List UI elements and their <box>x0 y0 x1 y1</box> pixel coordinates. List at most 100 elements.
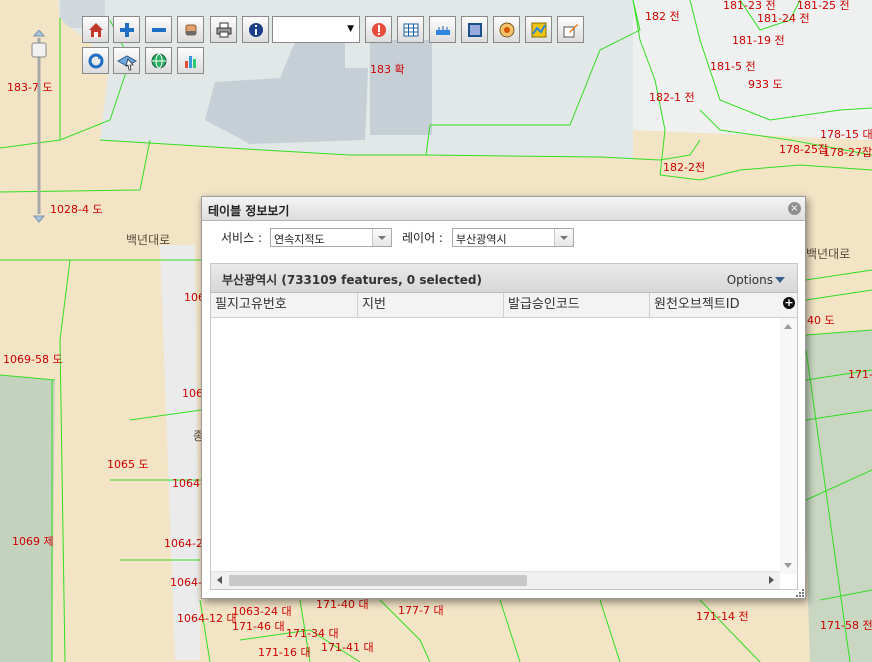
options-button[interactable]: Options <box>727 273 773 287</box>
parcel-label: 1064-2 <box>164 537 203 550</box>
parcel-label: 181-5 전 <box>710 60 756 73</box>
scroll-left-icon[interactable] <box>217 576 222 584</box>
resize-grip-icon[interactable] <box>796 589 804 597</box>
scroll-down-icon[interactable] <box>784 563 792 568</box>
layer-value: 부산광역시 <box>456 233 507 246</box>
layer-map-button[interactable] <box>525 16 552 43</box>
service-value: 연속지적도 <box>274 233 325 246</box>
edit-icon <box>563 23 578 37</box>
table-info-dialog: 테이블 정보보기 × 서비스 : 연속지적도 레이어 : 부산광역시 부산광역시… <box>201 196 806 599</box>
parcel-label: 182-1 전 <box>649 91 695 104</box>
road-label: 백년대로 <box>806 247 851 261</box>
parcel-label: 1064- <box>172 477 204 490</box>
chart-icon <box>184 55 196 68</box>
parcel-label: 181-24 전 <box>757 12 810 25</box>
column-header-row: 필지고유번호 지번 발급승인코드 원천오브젝트ID <box>211 293 797 318</box>
chevron-down-icon[interactable] <box>554 229 573 246</box>
scroll-up-icon[interactable] <box>784 324 792 329</box>
table-button[interactable] <box>397 16 424 43</box>
globe-icon <box>151 53 166 68</box>
parcel-label: 181-19 전 <box>732 34 785 47</box>
scroll-thumb[interactable] <box>229 575 527 586</box>
parcel-label: 1069 제 <box>12 535 54 548</box>
parcel-label: 171-41 대 <box>321 641 374 654</box>
dialog-titlebar[interactable]: 테이블 정보보기 × <box>202 197 805 221</box>
measure-button[interactable] <box>429 16 456 43</box>
parcel-label: 171-46 대 <box>232 620 285 633</box>
parcel-label: 181-23 전 <box>723 0 776 12</box>
select-area-icon <box>467 22 482 37</box>
parcel-label: 1069-58 도 <box>3 353 63 366</box>
layer-map-icon <box>531 22 546 37</box>
column-header[interactable]: 발급승인코드 <box>504 293 650 317</box>
add-column-icon[interactable]: + <box>783 297 795 309</box>
parcel-label: 178-15 대 <box>820 128 872 141</box>
home-icon <box>88 22 103 37</box>
home-button[interactable] <box>82 16 109 43</box>
select-area-button[interactable] <box>461 16 488 43</box>
erase-icon <box>185 24 196 35</box>
parcel-label: 178-25잡 <box>779 143 829 156</box>
target-button[interactable] <box>493 16 520 43</box>
alert-button[interactable] <box>365 16 392 43</box>
alert-icon <box>371 22 386 37</box>
refresh-icon <box>88 53 103 68</box>
target-icon <box>499 22 514 37</box>
table-title: 부산광역시 (733109 features, 0 selected) <box>222 273 482 287</box>
parcel-label: 171-16 대 <box>258 646 311 659</box>
column-header[interactable]: 원천오브젝트ID <box>650 293 781 317</box>
map-layers-button[interactable] <box>113 47 140 74</box>
vertical-scrollbar[interactable] <box>780 318 797 574</box>
erase-button[interactable] <box>177 16 204 43</box>
layer-select[interactable]: 부산광역시 <box>452 228 574 247</box>
column-header[interactable]: 필지고유번호 <box>211 293 358 317</box>
print-icon <box>216 22 231 37</box>
ruler-icon <box>435 25 450 35</box>
column-header[interactable]: 지번 <box>358 293 504 317</box>
chart-button[interactable] <box>177 47 204 74</box>
parcel-label: 182-2전 <box>663 161 706 174</box>
parcel-label: 182 전 <box>645 10 680 23</box>
zoom-in-icon <box>119 22 134 37</box>
scroll-right-icon[interactable] <box>769 576 774 584</box>
map-layers-icon <box>116 54 137 70</box>
parcel-label: 1064- <box>170 576 202 589</box>
dialog-title: 테이블 정보보기 <box>208 204 290 218</box>
attribute-table: 부산광역시 (733109 features, 0 selected) Opti… <box>210 263 798 590</box>
edit-button[interactable] <box>557 16 584 43</box>
dropdown-arrow-icon: ▼ <box>347 24 354 34</box>
parcel-label: 181-25 전 <box>797 0 850 12</box>
parcel-label: 171- <box>848 368 872 381</box>
table-header: 부산광역시 (733109 features, 0 selected) Opti… <box>211 264 797 293</box>
zoom-slider[interactable] <box>31 29 47 224</box>
zoom-out-icon <box>151 27 166 32</box>
table-icon <box>403 23 418 36</box>
service-label: 서비스 : <box>221 231 262 245</box>
chevron-down-icon[interactable] <box>372 229 391 246</box>
parcel-label: 933 도 <box>748 78 783 91</box>
info-button[interactable] <box>242 16 269 43</box>
chevron-down-icon[interactable] <box>775 277 785 283</box>
close-icon[interactable]: × <box>788 202 801 215</box>
print-button[interactable] <box>210 16 237 43</box>
zoom-in-button[interactable] <box>113 16 140 43</box>
service-select[interactable]: 연속지적도 <box>270 228 392 247</box>
parcel-label: 1064-12 대 <box>177 612 237 625</box>
road-label: 백년대로 <box>126 233 171 247</box>
globe-button[interactable] <box>145 47 172 74</box>
refresh-button[interactable] <box>82 47 109 74</box>
parcel-label: 1028-4 도 <box>50 203 103 216</box>
parcel-label: 106 <box>182 387 203 400</box>
parcel-label: 171-34 대 <box>286 627 339 640</box>
parcel-label: 1065 도 <box>107 458 149 471</box>
info-icon <box>248 22 263 37</box>
parcel-label: 177-7 대 <box>398 604 444 617</box>
scale-select[interactable]: ▼ <box>272 16 360 43</box>
horizontal-scrollbar[interactable] <box>211 571 780 589</box>
parcel-label: 40 도 <box>807 314 835 327</box>
zoom-out-button[interactable] <box>145 16 172 43</box>
parcel-label: 171-14 전 <box>696 610 749 623</box>
parcel-label: 171-40 대 <box>316 598 369 611</box>
layer-label: 레이어 : <box>402 231 443 245</box>
parcel-label: 178-27잡 <box>823 146 872 159</box>
